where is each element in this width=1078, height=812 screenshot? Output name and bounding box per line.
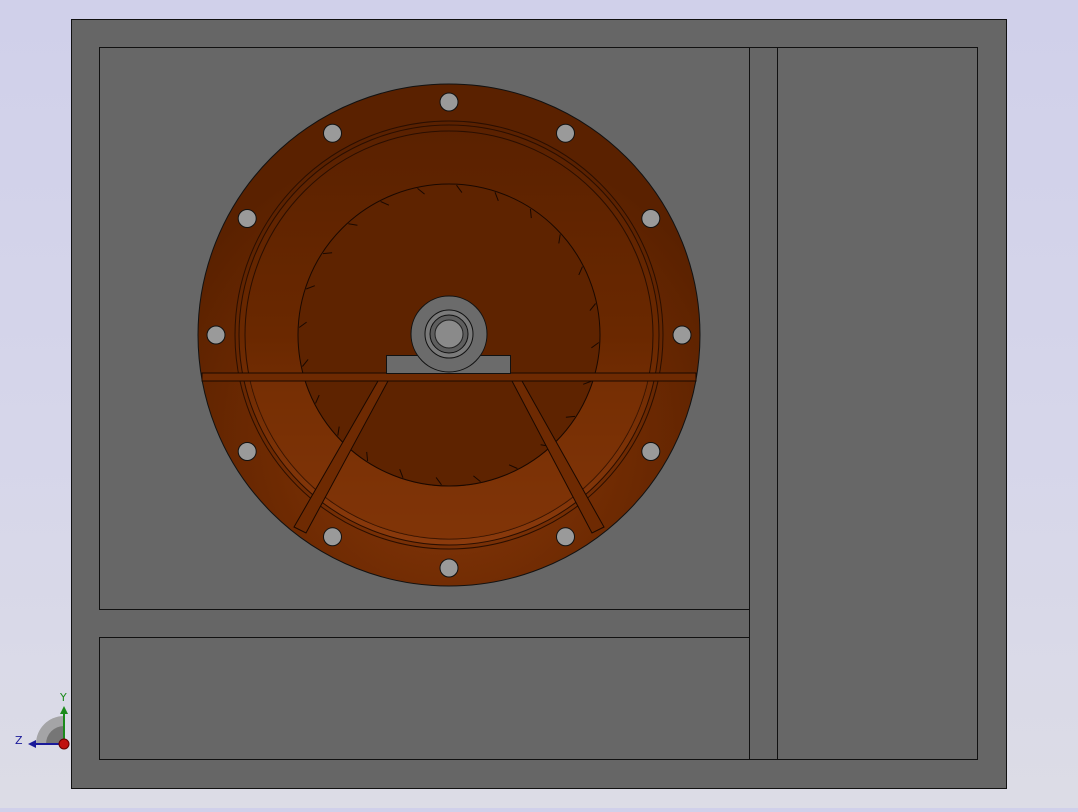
y-axis-arrow — [60, 706, 68, 714]
right-panel[interactable] — [777, 47, 978, 760]
bolt-hole — [556, 123, 575, 143]
z-axis-label: Z — [15, 734, 23, 747]
support-bar[interactable] — [201, 372, 697, 382]
orientation-triad[interactable]: Y Z — [15, 691, 70, 750]
bolt-hole — [439, 92, 459, 112]
bolt-hole — [641, 442, 661, 461]
bolt-hole — [556, 527, 575, 547]
bolt-hole — [439, 558, 459, 578]
bolt-hole — [672, 325, 692, 345]
z-axis-arrow — [28, 740, 36, 748]
lower-panel[interactable] — [99, 637, 750, 760]
y-axis-label: Y — [59, 691, 67, 704]
bolt-hole — [641, 209, 661, 228]
bolt-hole — [323, 527, 342, 547]
bolt-hole — [237, 209, 257, 228]
bolt-hole — [206, 325, 226, 345]
vertical-channel[interactable] — [749, 47, 778, 760]
fan-housing[interactable] — [197, 83, 701, 587]
bearing-shaft — [434, 319, 464, 349]
x-axis-dot — [58, 738, 70, 750]
model-view[interactable]: Y Z — [0, 0, 1078, 808]
bolt-hole — [323, 123, 342, 143]
graphics-viewport[interactable]: Y Z — [0, 0, 1078, 808]
bolt-hole — [237, 442, 257, 461]
